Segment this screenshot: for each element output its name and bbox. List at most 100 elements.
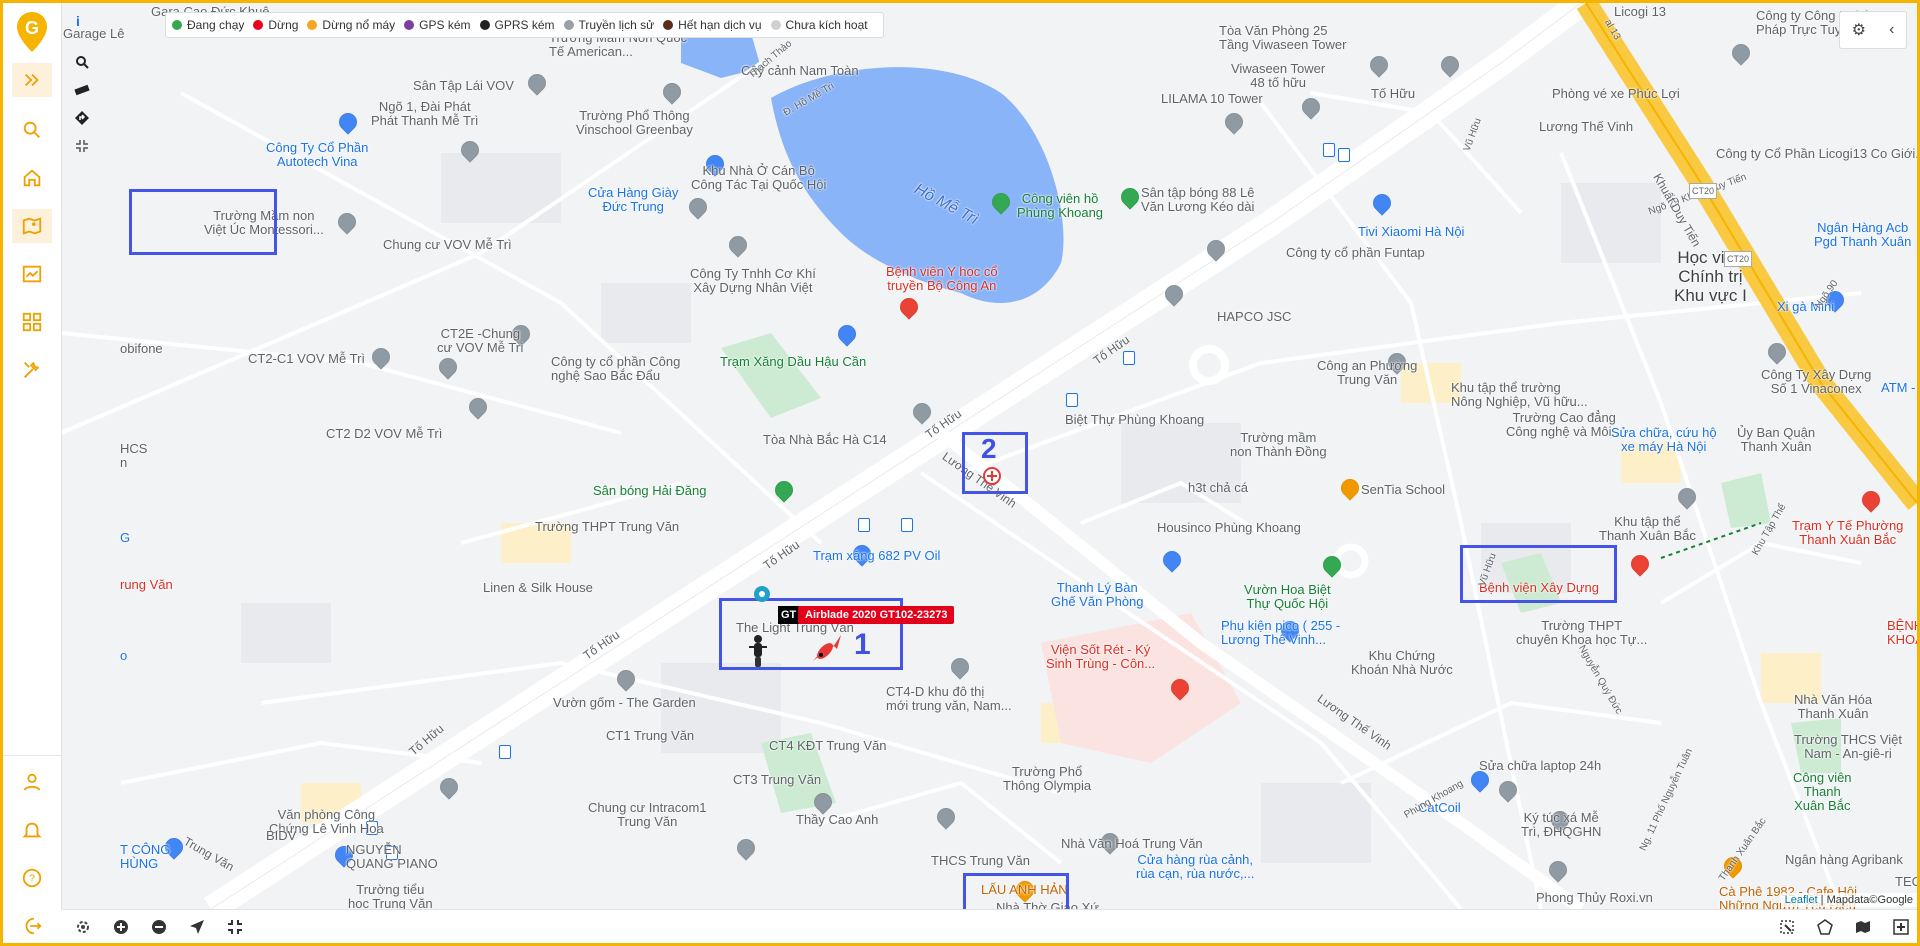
place-label: Công viên Thanh Xuân Bắc xyxy=(1793,770,1852,813)
place-label: CT4-D khu đô thị mới trung văn, Nam... xyxy=(886,684,1012,713)
expand-sidebar-button[interactable] xyxy=(12,63,52,97)
place-label: obifone xyxy=(120,341,163,356)
place-label: Viwaseen Tower 48 tố hữu xyxy=(1231,61,1326,90)
leaflet-link[interactable]: Leaflet xyxy=(1785,894,1818,906)
place-label: Phòng vé xe Phúc Lợi xyxy=(1552,86,1680,101)
bus-stop-icon[interactable] xyxy=(1123,351,1135,365)
place-label: h3t chả cá xyxy=(1188,480,1248,495)
highlight-box xyxy=(129,189,277,255)
place-label: Linen & Silk House xyxy=(483,580,593,595)
measure-button[interactable] xyxy=(69,79,95,101)
place-label: Ngân hàng Agribank xyxy=(1785,852,1903,867)
bus-stop-icon[interactable] xyxy=(499,745,511,759)
place-label: CT2E -Chung cư VOV Mễ Trì xyxy=(437,326,524,355)
status-dot-icon xyxy=(563,20,574,30)
vehicle-position-icon xyxy=(754,586,770,602)
status-dot-icon xyxy=(307,20,318,30)
draw-polygon-button[interactable] xyxy=(1814,916,1836,938)
legend-label: Hết hạn dịch vụ xyxy=(678,18,762,32)
place-label: Trạm Y Tế Phường Thanh Xuân Bắc xyxy=(1792,518,1904,547)
direction-arrow-icon xyxy=(813,635,841,661)
route-button[interactable] xyxy=(69,107,95,129)
place-label: Trường THPT chuyên Khoa học Tự... xyxy=(1516,618,1648,647)
report-nav-button[interactable] xyxy=(12,257,52,291)
place-label: Trường tiểu học Trung Văn xyxy=(348,882,433,910)
bus-stop-icon[interactable] xyxy=(1323,143,1335,157)
place-label: TEC xyxy=(1895,874,1917,889)
place-label: Khu Chứng Khoán Nhà Nước xyxy=(1351,648,1453,677)
marker-number-label: 2 xyxy=(981,433,997,464)
grid-icon xyxy=(22,312,42,332)
settings-button[interactable] xyxy=(72,916,94,938)
place-label: Công an Phường Trung Văn xyxy=(1317,358,1418,387)
bus-stop-icon[interactable] xyxy=(1338,148,1350,162)
place-label: Công viên hồ Phùng Khoang xyxy=(1017,191,1104,220)
vehicle-name-label[interactable]: Airblade 2020 GT102-23273 xyxy=(798,606,955,624)
fullscreen-exit-button[interactable] xyxy=(224,916,246,938)
place-label: Trường THPT Trung Văn xyxy=(535,519,680,534)
status-dot-icon xyxy=(479,20,490,30)
svg-text:?: ? xyxy=(29,874,35,885)
map-nav-button[interactable] xyxy=(12,209,52,243)
place-label: Khu tập thể trường Nông Nghiệp, Vũ hữu..… xyxy=(1451,380,1588,409)
place-label: Trạm xăng 682 PV Oil xyxy=(813,548,941,563)
home-nav-button[interactable] xyxy=(12,161,52,195)
gear-icon[interactable]: ⚙ xyxy=(1852,20,1866,40)
status-dot-icon xyxy=(253,20,264,30)
place-label: Tòa Nhà Bắc Hà C14 xyxy=(763,432,887,447)
legend-item: Đang chạy xyxy=(172,18,244,32)
legend-label: GPRS kém xyxy=(494,18,555,32)
motorbike-icon[interactable] xyxy=(743,633,773,669)
svg-text:G: G xyxy=(25,18,39,38)
vehicle-tag: GT xyxy=(778,606,800,624)
bus-stop-icon[interactable] xyxy=(1066,393,1078,407)
help-nav-button[interactable]: ? xyxy=(12,861,52,895)
search-nav-button[interactable] xyxy=(12,113,52,147)
zoom-out-button[interactable] xyxy=(148,916,170,938)
place-label: THCS Trung Văn xyxy=(931,853,1030,868)
legend-item: Dừng nổ máy xyxy=(307,18,395,32)
place-label: Biệt Thự Phùng Khoang xyxy=(1065,412,1205,427)
add-marker-button[interactable] xyxy=(1890,916,1912,938)
logout-nav-button[interactable] xyxy=(12,909,52,943)
map-canvas[interactable]: Garage Lê Gara Cao Đức Khuê Trường Mầm N… xyxy=(61,3,1917,909)
place-label: ATM - AGRIB xyxy=(1881,380,1917,395)
road-label: CT20 xyxy=(1724,251,1753,267)
legend-label: Đang chạy xyxy=(187,18,245,32)
place-label: Thanh Lý Bàn Ghế Văn Phòng xyxy=(1051,580,1144,609)
place-label: NGUYỄN QUANG PIANO xyxy=(346,842,438,871)
highlight-box xyxy=(963,873,1069,909)
place-label: Ủy Ban Quận Thanh Xuân xyxy=(1737,425,1816,454)
legend-label: Dừng nổ máy xyxy=(322,18,396,32)
map-attribution: Leaflet | Mapdata©Google xyxy=(1780,893,1917,907)
map-search-button[interactable] xyxy=(69,51,95,73)
bus-stop-icon[interactable] xyxy=(858,518,870,532)
place-label: Khu Nhà Ở Cán Bộ Công Tác Tại Quốc Hội xyxy=(691,163,827,192)
place-label: Trường mầm non Thành Đồng xyxy=(1230,430,1327,459)
info-icon[interactable]: i xyxy=(76,13,80,29)
status-dot-icon xyxy=(404,20,415,30)
account-nav-button[interactable] xyxy=(12,765,52,799)
map-settings-panel: ⚙ ‹ xyxy=(1839,11,1907,49)
double-chevron-right-icon xyxy=(24,73,39,87)
plus-circle-icon xyxy=(114,920,128,934)
select-area-button[interactable] xyxy=(1776,916,1798,938)
navigation-arrow-icon xyxy=(190,920,204,934)
zoom-in-button[interactable] xyxy=(110,916,132,938)
bus-stop-icon[interactable] xyxy=(901,518,913,532)
user-icon xyxy=(23,773,41,791)
app-logo[interactable]: G xyxy=(15,11,49,53)
notification-nav-button[interactable] xyxy=(12,813,52,847)
status-dot-icon xyxy=(770,20,781,30)
crosshair-marker-icon[interactable] xyxy=(982,466,1002,486)
tools-nav-button[interactable] xyxy=(12,353,52,387)
help-icon: ? xyxy=(22,868,42,888)
place-label: HAPCO JSC xyxy=(1217,309,1292,324)
apps-nav-button[interactable] xyxy=(12,305,52,339)
place-label: CT3 Trung Văn xyxy=(733,772,822,787)
locate-button[interactable] xyxy=(186,916,208,938)
layers-button[interactable] xyxy=(1852,916,1874,938)
collapse-button[interactable] xyxy=(69,135,95,157)
mapdata-text: Mapdata©Google xyxy=(1826,894,1913,906)
chevron-left-icon[interactable]: ‹ xyxy=(1889,21,1894,39)
